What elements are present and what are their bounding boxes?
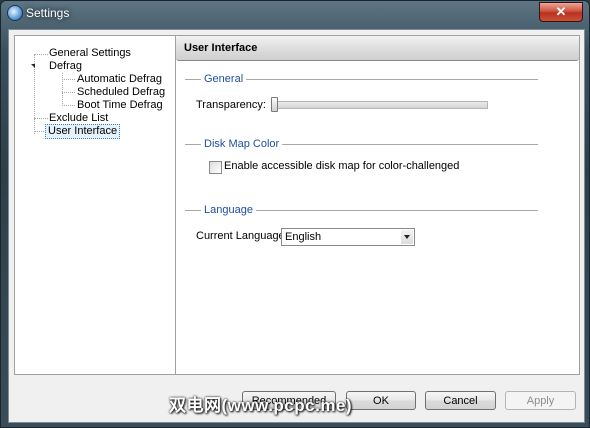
language-select[interactable]: English xyxy=(281,228,415,246)
tree-line xyxy=(62,105,75,106)
cancel-button[interactable]: Cancel xyxy=(425,391,496,410)
transparency-slider-track[interactable] xyxy=(272,101,488,109)
settings-panel: General Settings Defrag Automatic Defrag… xyxy=(8,29,585,423)
transparency-label: Transparency: xyxy=(196,99,266,111)
tree-line xyxy=(34,54,48,55)
settings-window: Settings ✕ General Settings Defrag Autom… xyxy=(0,0,590,428)
transparency-slider-thumb[interactable] xyxy=(271,97,278,112)
language-group-label: Language xyxy=(201,204,256,216)
language-select-value: English xyxy=(285,231,322,243)
content-pane: User Interface General Transparency: Dis… xyxy=(175,35,580,375)
tree-line xyxy=(62,92,75,93)
page-title: User Interface xyxy=(184,42,258,54)
current-language-label: Current Language: xyxy=(196,230,288,242)
general-group-label: General xyxy=(201,73,247,85)
collapse-arrow-icon[interactable] xyxy=(31,64,35,68)
tree-item-defrag[interactable]: Defrag xyxy=(47,60,84,73)
accessible-disk-map-checkbox[interactable] xyxy=(209,161,222,174)
disk-map-group-label: Disk Map Color xyxy=(201,138,283,150)
tree-line xyxy=(62,79,75,80)
settings-tree: General Settings Defrag Automatic Defrag… xyxy=(14,35,176,375)
accessible-disk-map-label[interactable]: Enable accessible disk map for color-cha… xyxy=(224,160,459,172)
chevron-down-icon[interactable] xyxy=(401,230,413,244)
tree-line xyxy=(62,73,63,104)
ok-button[interactable]: OK xyxy=(346,391,416,410)
watermark-text: 双电网(www.pcpc.me) xyxy=(169,396,353,415)
close-button[interactable]: ✕ xyxy=(539,2,583,22)
tree-item-scheduled-defrag[interactable]: Scheduled Defrag xyxy=(75,86,167,99)
content-header: User Interface xyxy=(176,36,579,61)
tree-item-general-settings[interactable]: General Settings xyxy=(47,47,133,60)
window-title: Settings xyxy=(26,6,70,20)
tree-line xyxy=(34,118,48,119)
app-icon xyxy=(8,6,22,20)
tree-item-user-interface[interactable]: User Interface xyxy=(45,124,121,139)
tree-item-automatic-defrag[interactable]: Automatic Defrag xyxy=(75,73,164,86)
tree-item-boot-time-defrag[interactable]: Boot Time Defrag xyxy=(75,99,165,112)
apply-button[interactable]: Apply xyxy=(505,391,576,410)
title-bar[interactable]: Settings ✕ xyxy=(1,1,589,27)
